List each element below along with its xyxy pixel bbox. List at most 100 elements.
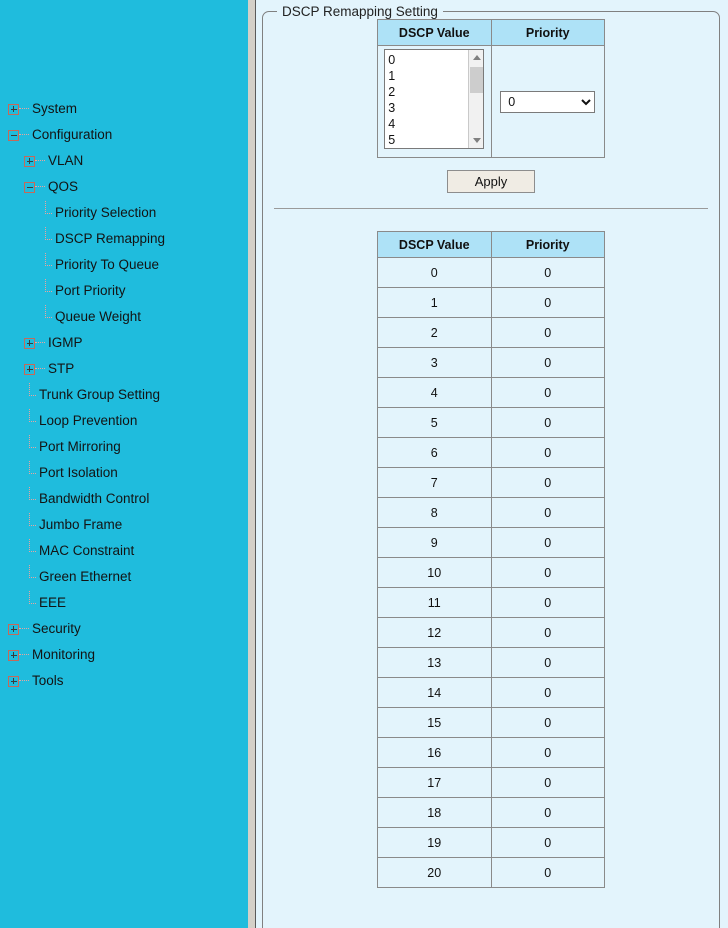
tree-leaf-connector-icon bbox=[40, 304, 52, 323]
tree-connector-icon bbox=[35, 186, 45, 188]
results-header-dscp-value: DSCP Value bbox=[377, 231, 492, 258]
table-row: 80 bbox=[377, 497, 605, 528]
dscp-value-listbox[interactable]: 012345 bbox=[384, 49, 485, 149]
tree-leaf-connector-icon bbox=[24, 460, 36, 479]
expand-plus-icon[interactable] bbox=[8, 675, 19, 687]
app-root: System Configuration VLAN QOS Priority Selec… bbox=[0, 0, 728, 928]
dscp-option[interactable]: 4 bbox=[388, 116, 395, 132]
sidebar-item-port-mirroring[interactable]: Port Mirroring bbox=[0, 434, 248, 460]
cell-dscp-value: 3 bbox=[377, 347, 492, 378]
results-body: 0 0 1 0 2 0 3 0 4 0 5 0 6 0 7 0 8 0 9 0 10 0 11 0 12 0 13 0 14 0 15 0 16… bbox=[377, 257, 605, 888]
sidebar-item-label: STP bbox=[48, 361, 75, 376]
sidebar-item-label: VLAN bbox=[48, 153, 84, 168]
cell-priority: 0 bbox=[490, 257, 605, 288]
expand-plus-icon[interactable] bbox=[24, 363, 35, 375]
expand-plus-icon[interactable] bbox=[8, 623, 19, 635]
apply-button[interactable]: Apply bbox=[447, 170, 535, 193]
table-row: 14 0 bbox=[377, 677, 605, 708]
sidebar-item-port-isolation[interactable]: Port Isolation bbox=[0, 460, 248, 486]
sidebar-item-loop-prevention[interactable]: Loop Prevention bbox=[0, 408, 248, 434]
sidebar-item-dscp-remapping[interactable]: DSCP Remapping bbox=[0, 226, 248, 252]
sidebar-item-bandwidth-control[interactable]: Bandwidth Control bbox=[0, 486, 248, 512]
sidebar-item-priority-selection[interactable]: Priority Selection bbox=[0, 200, 248, 226]
table-row: 50 bbox=[377, 407, 605, 438]
sidebar-item-trunk-group-setting[interactable]: Trunk Group Setting bbox=[0, 382, 248, 408]
tree-leaf-connector-icon bbox=[24, 538, 36, 557]
sidebar-item-mac-constraint[interactable]: MAC Constraint bbox=[0, 538, 248, 564]
sidebar-item-green-ethernet[interactable]: Green Ethernet bbox=[0, 564, 248, 590]
listbox-scrollbar[interactable] bbox=[468, 50, 484, 148]
setting-header-row: DSCP Value Priority bbox=[377, 19, 605, 46]
cell-dscp-value: 10 bbox=[377, 557, 492, 588]
tree-connector-icon bbox=[19, 628, 29, 630]
sidebar-item-vlan[interactable]: VLAN bbox=[0, 148, 248, 174]
tree-connector-icon bbox=[35, 368, 45, 370]
collapse-minus-icon[interactable] bbox=[8, 129, 19, 141]
expand-plus-icon[interactable] bbox=[24, 337, 35, 349]
results-header-row: DSCP Value Priority bbox=[377, 231, 605, 258]
tree-leaf-connector-icon bbox=[40, 278, 52, 297]
table-row: 10 bbox=[377, 287, 605, 318]
sidebar-item-label: Priority To Queue bbox=[55, 257, 160, 272]
setting-header-dscp-value: DSCP Value bbox=[377, 19, 492, 46]
cell-dscp-value: 2 bbox=[377, 317, 492, 348]
sidebar-item-stp[interactable]: STP bbox=[0, 356, 248, 382]
dscp-option[interactable]: 3 bbox=[388, 100, 395, 116]
sidebar-item-priority-to-queue[interactable]: Priority To Queue bbox=[0, 252, 248, 278]
cell-dscp-value: 7 bbox=[377, 467, 492, 498]
tree-connector-icon bbox=[35, 160, 45, 162]
navigation-tree: System Configuration VLAN QOS Priority Selec… bbox=[0, 0, 248, 694]
sidebar-item-label: Queue Weight bbox=[55, 309, 142, 324]
table-row: 30 bbox=[377, 347, 605, 378]
cell-priority: 0 bbox=[490, 767, 605, 798]
cell-dscp-value: 20 bbox=[377, 857, 492, 888]
table-row: 12 0 bbox=[377, 617, 605, 648]
scroll-down-arrow-icon[interactable] bbox=[469, 133, 483, 148]
sidebar-item-qos[interactable]: QOS bbox=[0, 174, 248, 200]
tree-leaf-connector-icon bbox=[40, 252, 52, 271]
scroll-up-arrow-icon[interactable] bbox=[469, 50, 483, 65]
cell-dscp-value: 0 bbox=[377, 257, 492, 288]
sidebar-divider bbox=[248, 0, 256, 928]
sidebar: System Configuration VLAN QOS Priority Selec… bbox=[0, 0, 248, 928]
dscp-option[interactable]: 2 bbox=[388, 84, 395, 100]
sidebar-item-igmp[interactable]: IGMP bbox=[0, 330, 248, 356]
expand-plus-icon[interactable] bbox=[24, 155, 35, 167]
sidebar-item-eee[interactable]: EEE bbox=[0, 590, 248, 616]
collapse-minus-icon[interactable] bbox=[24, 181, 35, 193]
sidebar-item-label: IGMP bbox=[48, 335, 83, 350]
table-row: 17 0 bbox=[377, 767, 605, 798]
sidebar-item-label: DSCP Remapping bbox=[55, 231, 166, 246]
scrollbar-thumb[interactable] bbox=[470, 67, 484, 93]
sidebar-item-label: System bbox=[32, 101, 78, 116]
sidebar-item-label: Security bbox=[32, 621, 81, 636]
sidebar-item-port-priority[interactable]: Port Priority bbox=[0, 278, 248, 304]
tree-leaf-connector-icon bbox=[24, 486, 36, 505]
sidebar-item-jumbo-frame[interactable]: Jumbo Frame bbox=[0, 512, 248, 538]
sidebar-item-monitoring[interactable]: Monitoring bbox=[0, 642, 248, 668]
tree-connector-icon bbox=[19, 680, 29, 682]
cell-priority: 0 bbox=[490, 677, 605, 708]
expand-plus-icon[interactable] bbox=[8, 649, 19, 661]
priority-select[interactable]: 01234567 bbox=[500, 90, 596, 113]
dscp-option[interactable]: 0 bbox=[388, 52, 395, 68]
table-row: 19 0 bbox=[377, 827, 605, 858]
dscp-option[interactable]: 1 bbox=[388, 68, 395, 84]
sidebar-item-configuration[interactable]: Configuration bbox=[0, 122, 248, 148]
sidebar-item-tools[interactable]: Tools bbox=[0, 668, 248, 694]
sidebar-item-security[interactable]: Security bbox=[0, 616, 248, 642]
dscp-value-listbox-items[interactable]: 012345 bbox=[385, 50, 395, 148]
sidebar-item-queue-weight[interactable]: Queue Weight bbox=[0, 304, 248, 330]
cell-dscp-value: 9 bbox=[377, 527, 492, 558]
cell-priority: 0 bbox=[490, 587, 605, 618]
cell-dscp-value: 14 bbox=[377, 677, 492, 708]
setting-form-wrap: DSCP Value Priority 012345 0 bbox=[263, 19, 719, 158]
sidebar-item-system[interactable]: System bbox=[0, 96, 248, 122]
expand-plus-icon[interactable] bbox=[8, 103, 19, 115]
apply-button-row: Apply bbox=[263, 170, 719, 193]
dscp-option[interactable]: 5 bbox=[388, 132, 395, 148]
cell-priority: 0 bbox=[490, 647, 605, 678]
cell-priority: 0 bbox=[490, 497, 605, 528]
content-area: DSCP Remapping Setting DSCP Value Priori… bbox=[256, 0, 728, 928]
table-row: 11 0 bbox=[377, 587, 605, 618]
